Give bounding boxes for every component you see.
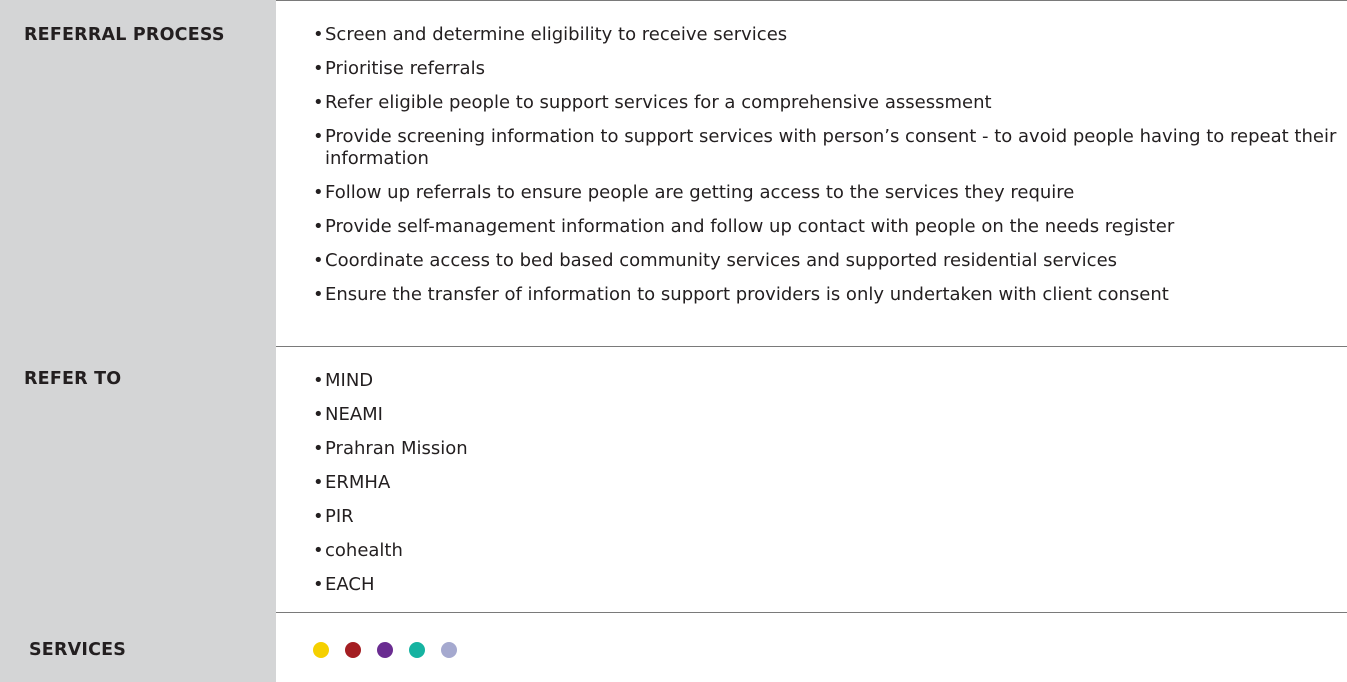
list-item-text: Provide self-management information and … <box>325 216 1175 237</box>
list-item-text: ERMHA <box>325 472 391 493</box>
row-content-cell: • MIND • NEAMI • Prahran Mission • ERMHA • PIR • co… <box>276 346 1347 612</box>
list-item: • ERMHA <box>313 472 1347 494</box>
list-item: • PIR <box>313 506 1347 528</box>
list-item-text: NEAMI <box>325 404 383 425</box>
bullet-dot-icon: • <box>313 24 324 45</box>
service-dot-icon <box>313 642 329 658</box>
table-row-referral-process: REFERRAL PROCESS • Screen and determine e… <box>0 0 1347 346</box>
service-dot-icon <box>345 642 361 658</box>
bullet-dot-icon: • <box>313 92 324 113</box>
service-dot-icon <box>409 642 425 658</box>
list-item-text: Ensure the transfer of information to su… <box>325 284 1169 305</box>
row-label: REFER TO <box>24 369 122 389</box>
row-label-cell: REFERRAL PROCESS <box>0 0 276 346</box>
bullet-dot-icon: • <box>313 250 324 271</box>
bullet-list: • MIND • NEAMI • Prahran Mission • ERMHA • PIR • co… <box>313 370 1347 596</box>
bullet-dot-icon: • <box>313 58 324 79</box>
bullet-dot-icon: • <box>313 574 324 595</box>
bullet-dot-icon: • <box>313 472 324 493</box>
list-item-text: EACH <box>325 574 375 595</box>
list-item: • Refer eligible people to support servic… <box>313 92 1337 114</box>
list-item-text: cohealth <box>325 540 403 561</box>
service-dots <box>313 612 1347 658</box>
bullet-dot-icon: • <box>313 506 324 527</box>
list-item: • cohealth <box>313 540 1347 562</box>
table-row-refer-to: REFER TO • MIND • NEAMI • Prahran Mission • ERM… <box>0 346 1347 612</box>
bullet-dot-icon: • <box>313 216 324 237</box>
list-item: • MIND <box>313 370 1347 392</box>
list-item-text: PIR <box>325 506 354 527</box>
row-content-cell: • Screen and determine eligibility to rec… <box>276 0 1347 346</box>
row-label-cell: SERVICES <box>0 612 276 682</box>
list-item-text: Follow up referrals to ensure people are… <box>325 182 1075 203</box>
list-item: • Ensure the transfer of information to s… <box>313 284 1337 306</box>
table-row-services: SERVICES <box>0 612 1347 682</box>
row-content-cell <box>276 612 1347 682</box>
list-item-text: MIND <box>325 370 374 391</box>
list-item-text: Prahran Mission <box>325 438 468 459</box>
list-item: • Screen and determine eligibility to rec… <box>313 24 1337 46</box>
bullet-list: • Screen and determine eligibility to rec… <box>313 24 1337 306</box>
service-dot-icon <box>441 642 457 658</box>
list-item-text: Refer eligible people to support service… <box>325 92 992 113</box>
bullet-dot-icon: • <box>313 370 324 391</box>
list-item: • Follow up referrals to ensure people ar… <box>313 182 1337 204</box>
bullet-dot-icon: • <box>313 540 324 561</box>
bullet-dot-icon: • <box>313 182 324 203</box>
row-label: REFERRAL PROCESS <box>24 25 225 45</box>
list-item: • Coordinate access to bed based communit… <box>313 250 1337 272</box>
bullet-dot-icon: • <box>313 438 324 459</box>
list-item-text: Coordinate access to bed based community… <box>325 250 1118 271</box>
bullet-dot-icon: • <box>313 126 324 147</box>
list-item-text: Provide screening information to support… <box>325 126 1337 169</box>
list-item: • EACH <box>313 574 1347 596</box>
row-label-cell: REFER TO <box>0 346 276 612</box>
service-dot-icon <box>377 642 393 658</box>
list-item: • Prioritise referrals <box>313 58 1337 80</box>
list-item: • NEAMI <box>313 404 1347 426</box>
bullet-dot-icon: • <box>313 284 324 305</box>
row-label: SERVICES <box>29 640 127 660</box>
services-table: REFERRAL PROCESS • Screen and determine e… <box>0 0 1347 682</box>
bullet-dot-icon: • <box>313 404 324 425</box>
list-item: • Provide screening information to suppor… <box>313 126 1337 170</box>
list-item-text: Prioritise referrals <box>325 58 485 79</box>
list-item-text: Screen and determine eligibility to rece… <box>325 24 788 45</box>
list-item: • Provide self-management information and… <box>313 216 1337 238</box>
list-item: • Prahran Mission <box>313 438 1347 460</box>
